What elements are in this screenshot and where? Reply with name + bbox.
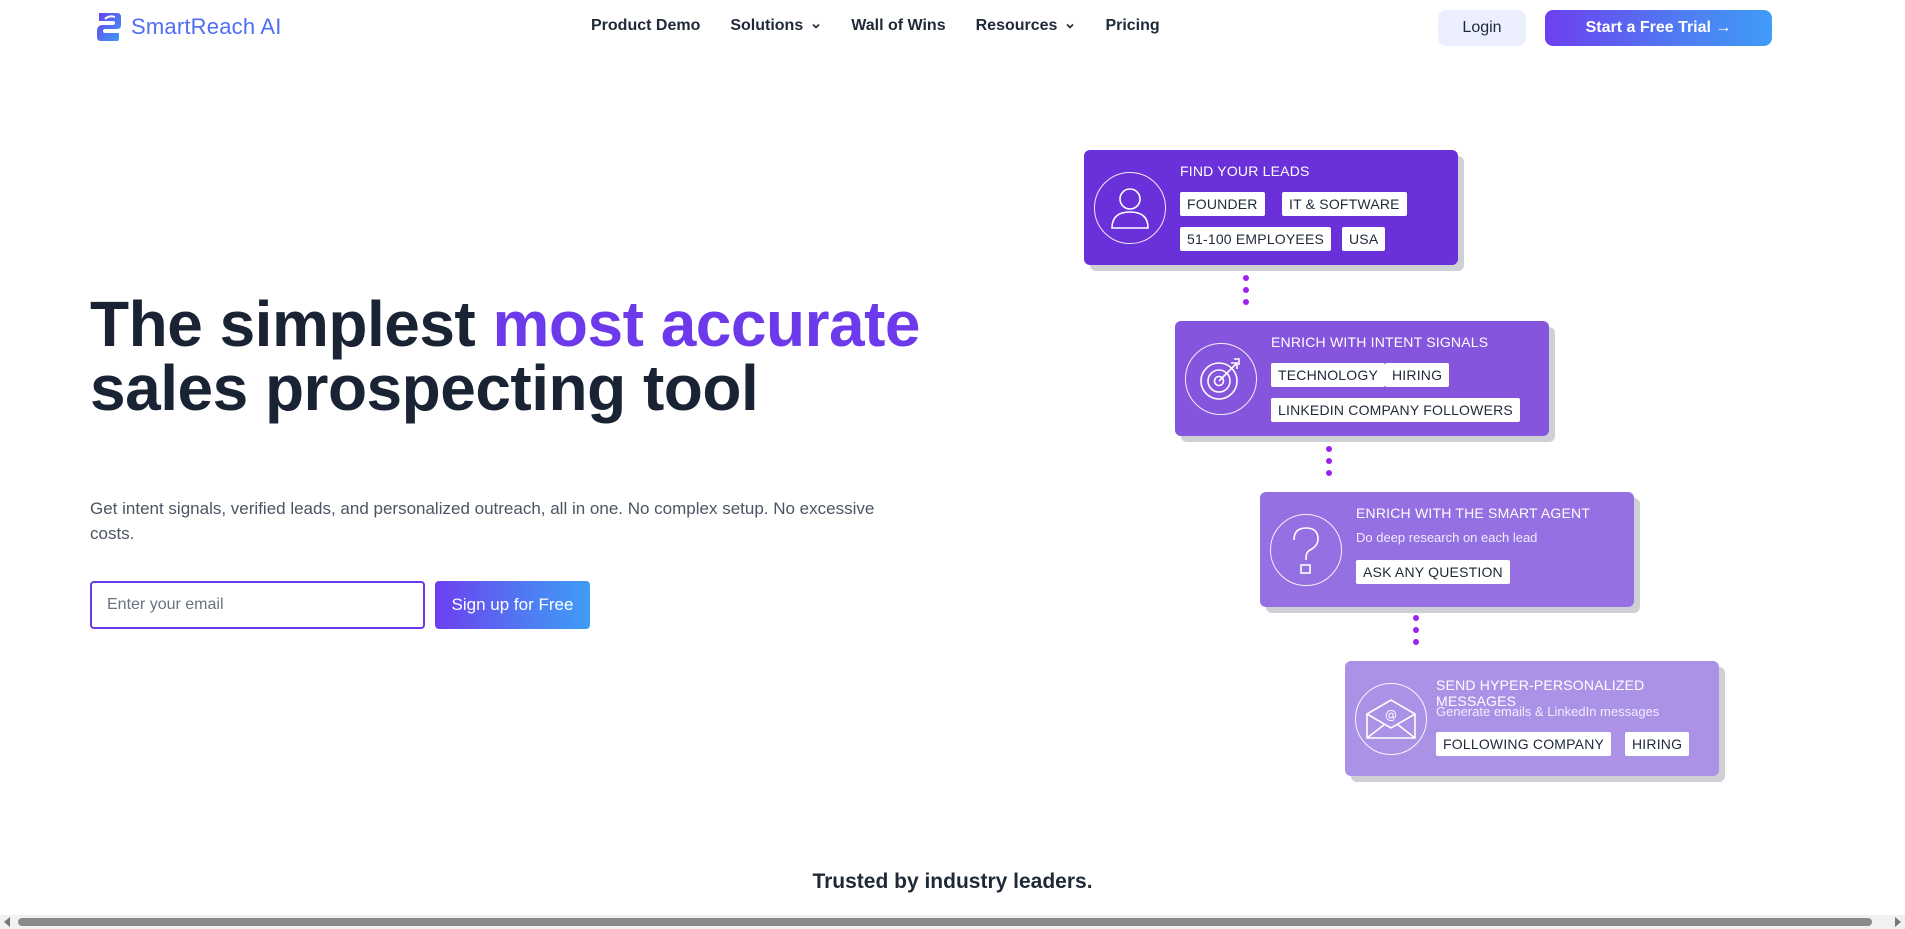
flow-card-subtitle: Do deep research on each lead xyxy=(1356,530,1538,545)
flow-card-intent-signals: ENRICH WITH INTENT SIGNALS TECHNOLOGY HI… xyxy=(1175,321,1549,436)
target-icon xyxy=(1185,343,1257,415)
login-button[interactable]: Login xyxy=(1438,10,1526,46)
trusted-heading: Trusted by industry leaders. xyxy=(812,870,1093,893)
nav-wall-of-wins-label: Wall of Wins xyxy=(851,17,946,34)
flow-connector xyxy=(1243,275,1249,311)
nav-resources[interactable]: Resources xyxy=(976,17,1076,35)
flow-card-title: ENRICH WITH INTENT SIGNALS xyxy=(1271,334,1489,350)
flow-card-title: FIND YOUR LEADS xyxy=(1180,163,1310,179)
lead-tag: IT & SOFTWARE xyxy=(1282,192,1407,216)
signal-tag: HIRING xyxy=(1385,363,1450,387)
top-navbar: SmartReach AI Product Demo Solutions Wal… xyxy=(0,0,1905,56)
flow-card-find-leads: FIND YOUR LEADS FOUNDER IT & SOFTWARE 51… xyxy=(1084,150,1458,265)
nav-solutions-label: Solutions xyxy=(730,17,804,34)
hero-title-accent: most accurate xyxy=(492,288,921,360)
brand-logo[interactable]: SmartReach AI xyxy=(95,11,282,43)
scroll-left-arrow-icon[interactable] xyxy=(4,917,10,927)
hero-title-part1: The simplest xyxy=(90,288,493,360)
chevron-down-icon xyxy=(1066,23,1075,29)
smartreach-logo-icon xyxy=(97,13,121,41)
start-free-trial-button[interactable]: Start a Free Trial → xyxy=(1545,10,1772,46)
hero-title: The simplest most accurate sales prospect… xyxy=(90,292,970,420)
nav-solutions[interactable]: Solutions xyxy=(730,17,821,35)
flow-card-subtitle: Generate emails & LinkedIn messages xyxy=(1436,704,1660,719)
lead-tag: 51-100 EMPLOYEES xyxy=(1180,227,1332,251)
signup-button[interactable]: Sign up for Free xyxy=(435,581,590,629)
message-tag: HIRING xyxy=(1625,732,1690,756)
scrollbar-thumb[interactable] xyxy=(18,918,1872,926)
flow-card-personalized-messages: @ SEND HYPER-PERSONALIZED MESSAGES Gener… xyxy=(1345,661,1719,776)
horizontal-scrollbar[interactable] xyxy=(0,915,1905,929)
message-tag: FOLLOWING COMPANY xyxy=(1436,732,1612,756)
email-input[interactable] xyxy=(90,581,425,629)
question-icon xyxy=(1270,514,1342,586)
agent-tag: ASK ANY QUESTION xyxy=(1356,560,1510,584)
nav-pricing-label: Pricing xyxy=(1105,17,1160,34)
hero-subtitle: Get intent signals, verified leads, and … xyxy=(90,499,875,543)
main-nav: Product Demo Solutions Wall of Wins Reso… xyxy=(591,17,1160,35)
nav-product-demo[interactable]: Product Demo xyxy=(591,17,700,35)
nav-pricing[interactable]: Pricing xyxy=(1105,17,1159,35)
flow-connector xyxy=(1413,615,1419,651)
scroll-right-arrow-icon[interactable] xyxy=(1895,917,1901,927)
flow-card-title: ENRICH WITH THE SMART AGENT xyxy=(1356,505,1591,521)
nav-wall-of-wins[interactable]: Wall of Wins xyxy=(851,17,945,35)
person-icon xyxy=(1094,172,1166,244)
lead-tag: USA xyxy=(1342,227,1386,251)
svg-text:@: @ xyxy=(1385,708,1397,722)
hero-title-part2: sales prospecting tool xyxy=(90,352,759,424)
nav-product-demo-label: Product Demo xyxy=(591,17,701,34)
signal-tag: TECHNOLOGY xyxy=(1271,363,1386,387)
flow-card-smart-agent: ENRICH WITH THE SMART AGENT Do deep rese… xyxy=(1260,492,1634,607)
flow-connector xyxy=(1326,446,1332,482)
nav-resources-label: Resources xyxy=(975,17,1058,34)
chevron-down-icon xyxy=(812,23,820,29)
envelope-icon: @ xyxy=(1355,683,1427,755)
signal-tag: LINKEDIN COMPANY FOLLOWERS xyxy=(1271,398,1520,422)
lead-tag: FOUNDER xyxy=(1180,192,1265,216)
brand-name: SmartReach AI xyxy=(131,14,282,39)
